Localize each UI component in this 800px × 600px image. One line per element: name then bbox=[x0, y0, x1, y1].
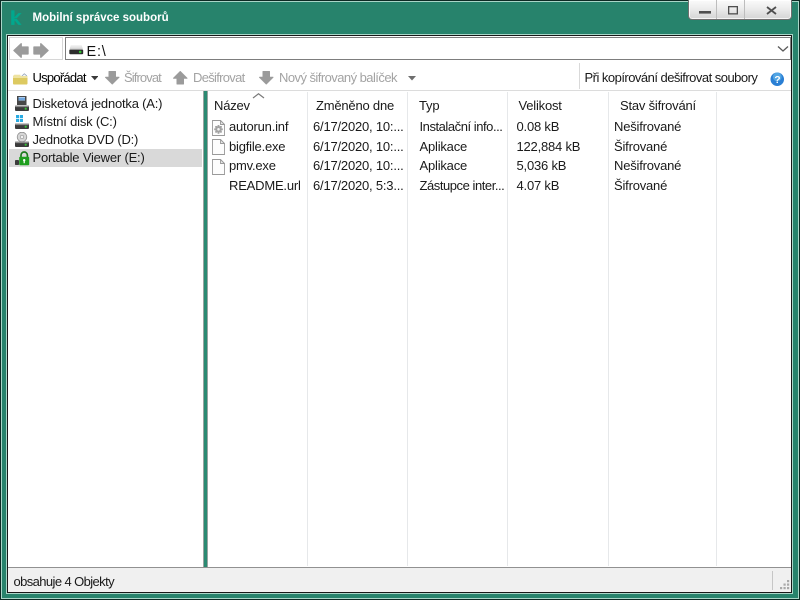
svg-text:?: ? bbox=[774, 75, 780, 86]
